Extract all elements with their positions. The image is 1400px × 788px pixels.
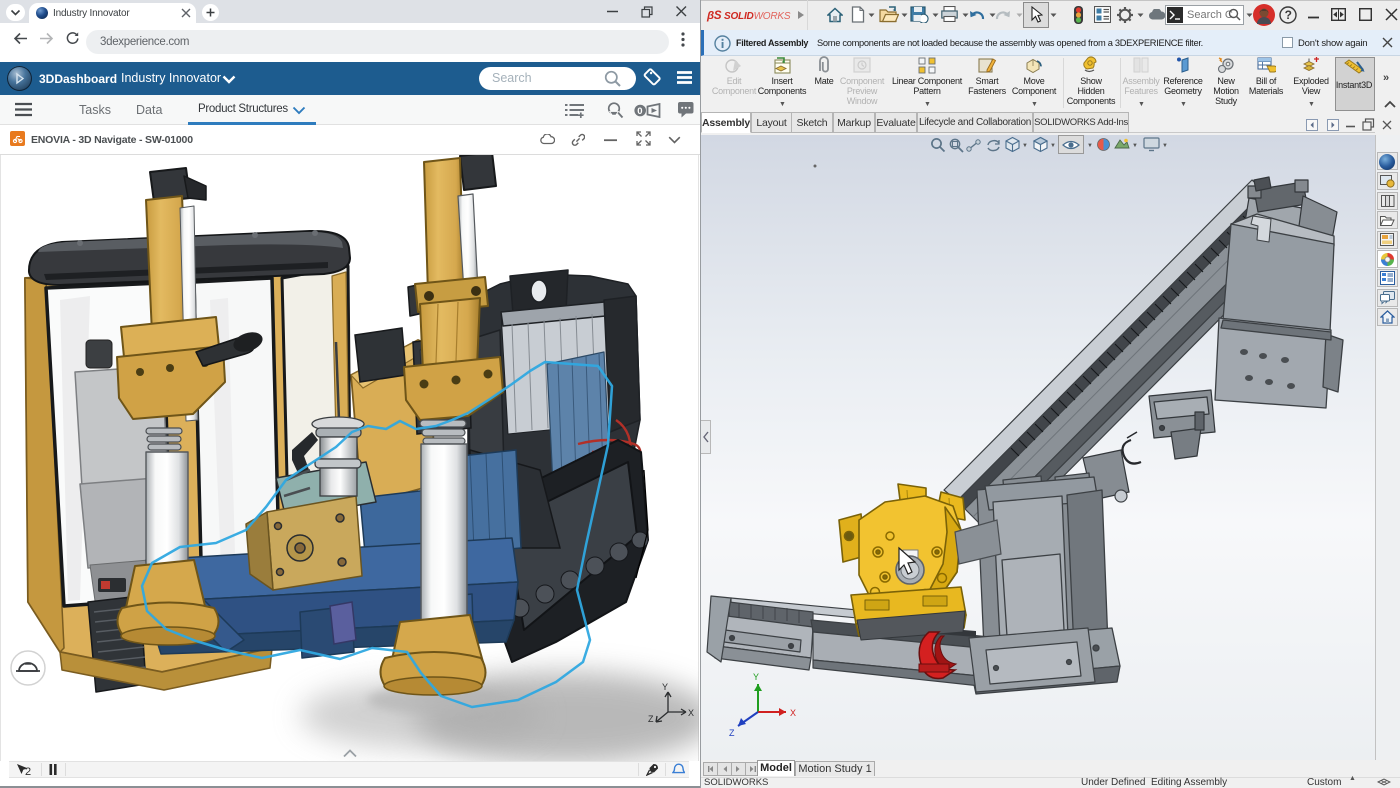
- svg-text:X: X: [688, 708, 694, 718]
- svg-text:2: 2: [25, 766, 31, 776]
- svg-text:0: 0: [637, 106, 642, 117]
- svg-text:?: ?: [1285, 8, 1292, 22]
- svg-text:Z: Z: [729, 728, 735, 738]
- svg-text:Y: Y: [753, 672, 759, 682]
- svg-text:Z: Z: [648, 714, 654, 724]
- svg-text:Y: Y: [662, 682, 668, 692]
- svg-text:X: X: [790, 708, 796, 718]
